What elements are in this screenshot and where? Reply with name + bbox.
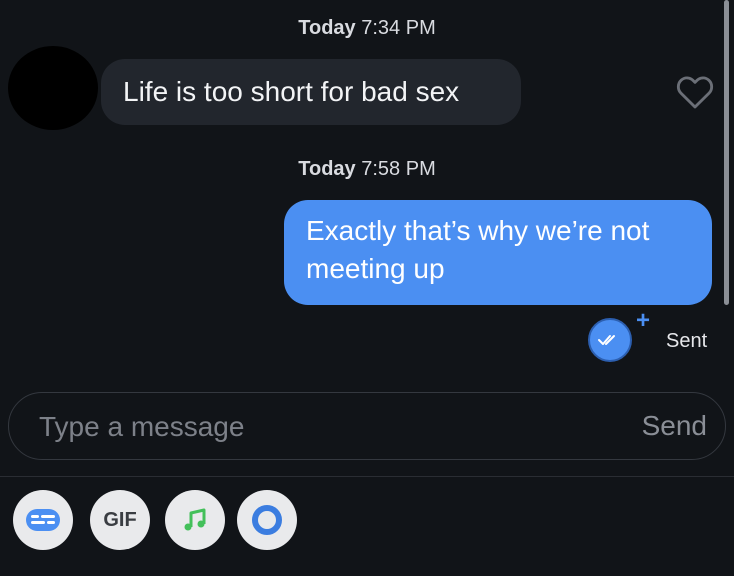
divider: [0, 476, 734, 477]
music-button[interactable]: [165, 490, 225, 550]
timestamp: Today 7:58 PM: [0, 158, 734, 181]
timestamp-day: Today: [298, 17, 356, 39]
gif-button[interactable]: GIF: [90, 490, 150, 550]
scrollbar[interactable]: [724, 0, 729, 305]
avatar[interactable]: [8, 46, 98, 130]
circle-icon: [252, 505, 282, 535]
double-check-icon: [598, 335, 615, 345]
circle-button[interactable]: [237, 490, 297, 550]
heart-icon[interactable]: [676, 74, 714, 110]
incoming-message-bubble[interactable]: Life is too short for bad sex: [101, 59, 521, 125]
message-status: Sent: [666, 330, 708, 352]
read-receipt-icon[interactable]: [588, 318, 632, 362]
chat-screen: Today 7:34 PM Life is too short for bad …: [0, 0, 734, 576]
timestamp: Today 7:34 PM: [0, 17, 734, 40]
outgoing-message-line: Exactly that’s why we’re not: [306, 215, 650, 246]
sticker-icon: [26, 509, 60, 531]
music-icon: [184, 508, 206, 531]
sticker-button[interactable]: [13, 490, 73, 550]
message-input[interactable]: [39, 407, 599, 447]
send-button[interactable]: Send: [642, 410, 707, 442]
timestamp-time: 7:58 PM: [361, 158, 436, 180]
outgoing-message-bubble[interactable]: Exactly that’s why we’re not meeting up: [284, 200, 712, 305]
incoming-message-text: Life is too short for bad sex: [123, 76, 460, 107]
timestamp-day: Today: [298, 158, 356, 180]
plus-icon[interactable]: +: [636, 309, 654, 333]
outgoing-message-line: meeting up: [306, 253, 445, 284]
gif-icon: GIF: [103, 508, 137, 531]
message-composer: Send: [8, 392, 726, 460]
timestamp-time: 7:34 PM: [361, 17, 436, 39]
